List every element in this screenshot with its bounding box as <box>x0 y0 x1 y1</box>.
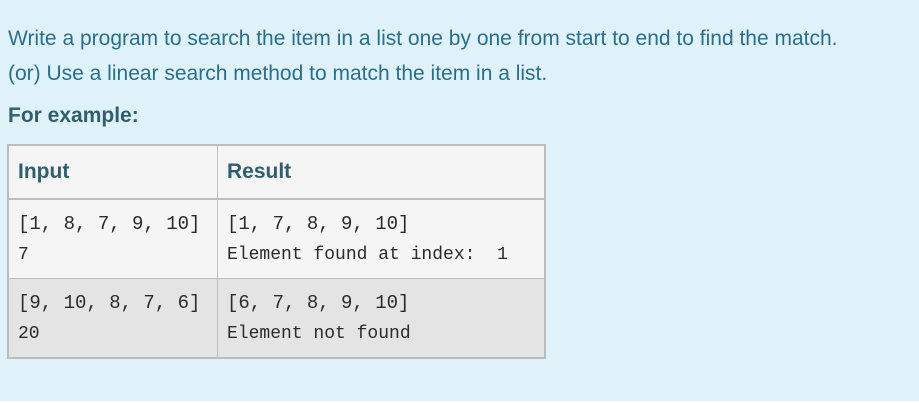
input-search-value: 20 <box>18 323 40 344</box>
result-sorted-list: [6, 7, 8, 9, 10] <box>227 291 410 314</box>
input-list: [1, 8, 7, 9, 10] <box>18 212 201 235</box>
table-row: [9, 10, 8, 7, 6] 20 [6, 7, 8, 9, 10] Ele… <box>7 278 546 359</box>
result-code: [1, 7, 8, 9, 10] Element found at index:… <box>227 209 535 270</box>
result-column-header: Result <box>217 144 546 200</box>
input-search-value: 7 <box>18 244 29 265</box>
question-line-1: Write a program to search the item in a … <box>8 27 838 50</box>
question-panel: Write a program to search the item in a … <box>0 0 919 403</box>
input-list: [9, 10, 8, 7, 6] <box>18 291 201 314</box>
example-heading: For example: <box>8 104 139 127</box>
result-message: Element found at index: 1 <box>227 244 508 265</box>
question-line-2: (or) Use a linear search method to match… <box>8 62 548 85</box>
input-cell: [9, 10, 8, 7, 6] 20 <box>7 278 218 359</box>
examples-table: Input Result [1, 8, 7, 9, 10] 7 [1, 7, 8… <box>7 144 546 359</box>
result-message: Element not found <box>227 323 411 344</box>
result-sorted-list: [1, 7, 8, 9, 10] <box>227 212 410 235</box>
input-code: [9, 10, 8, 7, 6] 20 <box>18 288 208 349</box>
table-row: [1, 8, 7, 9, 10] 7 [1, 7, 8, 9, 10] Elem… <box>7 198 546 279</box>
input-code: [1, 8, 7, 9, 10] 7 <box>18 209 208 270</box>
question-text: Write a program to search the item in a … <box>8 21 913 91</box>
input-column-header: Input <box>7 144 218 200</box>
input-cell: [1, 8, 7, 9, 10] 7 <box>7 198 218 279</box>
table-header-row: Input Result <box>7 144 546 200</box>
result-cell: [6, 7, 8, 9, 10] Element not found <box>217 278 546 359</box>
result-cell: [1, 7, 8, 9, 10] Element found at index:… <box>217 198 546 279</box>
result-code: [6, 7, 8, 9, 10] Element not found <box>227 288 535 349</box>
